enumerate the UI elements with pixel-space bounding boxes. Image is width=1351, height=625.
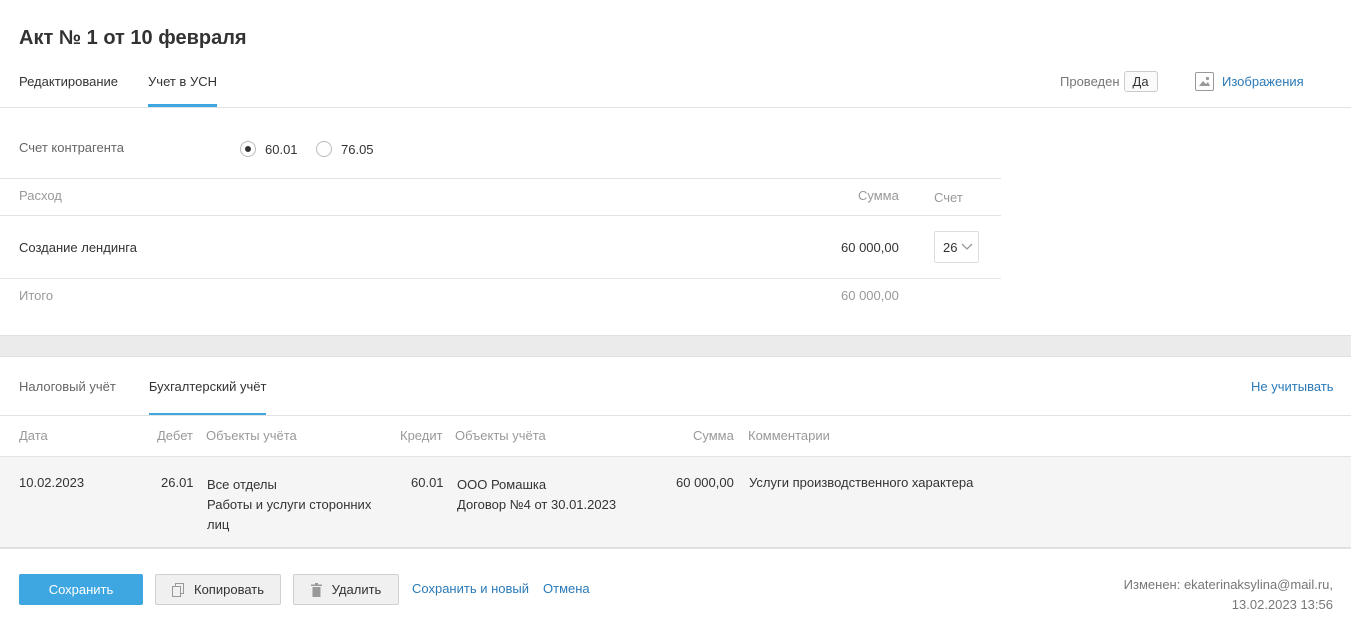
row-credit: 60.01 <box>411 475 444 490</box>
expense-sum: 60 000,00 <box>841 240 899 255</box>
tab-usn-accounting[interactable]: Учет в УСН <box>148 74 217 107</box>
save-button[interactable]: Сохранить <box>19 574 143 605</box>
row-amount: 60 000,00 <box>676 475 734 490</box>
tab-editing[interactable]: Редактирование <box>19 74 118 107</box>
row-date: 10.02.2023 <box>19 475 85 490</box>
total-label: Итого <box>19 288 54 303</box>
delete-button-label: Удалить <box>331 582 382 597</box>
page-title: Акт № 1 от 10 февраля <box>19 27 247 49</box>
col-credit-objects-header: Объекты учёта <box>455 428 546 443</box>
image-icon <box>1195 72 1214 91</box>
col-credit-header: Кредит <box>400 428 443 443</box>
tab-bookkeeping[interactable]: Бухгалтерский учёт <box>148 379 267 416</box>
debit-object-3: лиц <box>207 517 230 532</box>
radio-76-05[interactable]: 76.05 <box>316 141 374 157</box>
total-sum: 60 000,00 <box>841 288 899 303</box>
col-debit-header: Дебет <box>157 428 193 443</box>
col-debit-objects-header: Объекты учёта <box>206 428 297 443</box>
radio-76-05-label: 76.05 <box>341 141 374 157</box>
save-and-new-link[interactable]: Сохранить и новый <box>412 581 529 596</box>
debit-object-2: Работы и услуги сторонних <box>207 497 372 512</box>
trash-icon <box>310 582 322 597</box>
radio-60-01[interactable]: 60.01 <box>240 141 298 157</box>
cancel-link[interactable]: Отмена <box>543 581 590 596</box>
credit-object-2: Договор №4 от 30.01.2023 <box>457 497 617 512</box>
exclude-link[interactable]: Не учитывать <box>1251 379 1334 394</box>
radio-60-01-circle[interactable] <box>240 141 256 157</box>
images-link-label[interactable]: Изображения <box>1222 74 1304 89</box>
expenses-total-line <box>0 278 1001 279</box>
col-comments-header: Комментарии <box>748 428 830 443</box>
section-separator <box>0 335 1351 357</box>
row-debit-objects: Все отделы Работы и услуги сторонних лиц <box>207 475 371 535</box>
expense-account-value: 26 <box>943 240 958 255</box>
row-credit-objects: ООО Ромашка Договор №4 от 30.01.2023 <box>457 475 616 515</box>
counterparty-account-label: Счет контрагента <box>19 140 124 155</box>
tab-tax-accounting[interactable]: Налоговый учёт <box>19 379 116 416</box>
copy-button[interactable]: Копировать <box>155 574 281 605</box>
modified-date: 13.02.2023 13:56 <box>1231 597 1333 612</box>
footer-divider <box>0 548 1351 549</box>
radio-60-01-label: 60.01 <box>265 141 298 157</box>
copy-button-label: Копировать <box>194 582 264 597</box>
chevron-down-icon <box>961 243 973 250</box>
top-tabs: Редактирование Учет в УСН <box>19 74 247 108</box>
col-expense-header: Расход <box>19 188 62 203</box>
counterparty-account-row: Счет контрагента 60.01 76.05 <box>19 140 1001 160</box>
copy-icon <box>172 582 184 597</box>
modified-info: Изменен: ekaterinaksylina@mail.ru, 13.02… <box>1124 575 1333 615</box>
posted-status: Проведен Да <box>1060 71 1158 92</box>
col-account-header: Счет <box>934 190 963 205</box>
col-sum-header: Сумма <box>858 188 899 203</box>
expense-account-select[interactable]: 26 <box>934 231 979 263</box>
expenses-header-line <box>0 215 1001 216</box>
expense-name: Создание лендинга <box>19 240 137 255</box>
debit-object-1: Все отделы <box>207 477 277 492</box>
accounting-tabs: Налоговый учёт Бухгалтерский учёт <box>19 379 299 416</box>
header-divider <box>0 107 1351 108</box>
col-date-header: Дата <box>19 428 48 443</box>
modified-by: Изменен: ekaterinaksylina@mail.ru, <box>1123 577 1333 592</box>
table-row[interactable] <box>0 456 1351 548</box>
row-debit: 26.01 <box>161 475 194 490</box>
accounting-tabs-line <box>0 415 1351 416</box>
radio-76-05-circle[interactable] <box>316 141 332 157</box>
credit-object-1: ООО Ромашка <box>457 477 547 492</box>
delete-button[interactable]: Удалить <box>293 574 399 605</box>
posted-label: Проведен <box>1060 74 1120 89</box>
images-link[interactable]: Изображения <box>1195 72 1304 91</box>
row-comment: Услуги производственного характера <box>749 475 974 490</box>
expenses-top-line <box>0 178 1001 179</box>
posted-toggle[interactable]: Да <box>1123 71 1158 92</box>
col-amount-header: Сумма <box>693 428 734 443</box>
